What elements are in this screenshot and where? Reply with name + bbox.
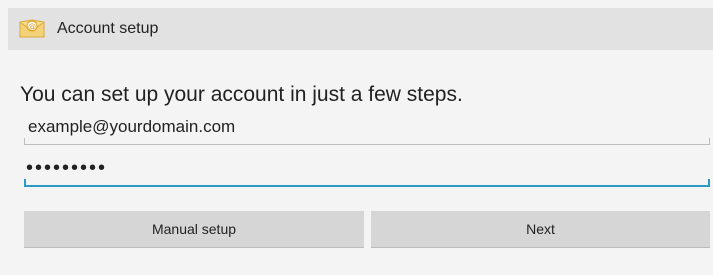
svg-text:@: @ bbox=[28, 22, 36, 31]
window-title: Account setup bbox=[57, 20, 159, 37]
password-field[interactable]: ••••••••• bbox=[24, 153, 710, 187]
field-edge-right bbox=[708, 179, 710, 187]
intro-text: You can set up your account in just a fe… bbox=[20, 83, 463, 106]
field-edge-left bbox=[24, 179, 26, 187]
title-bar: @ Account setup bbox=[8, 8, 713, 50]
field-edge-left bbox=[24, 138, 25, 144]
manual-setup-button[interactable]: Manual setup bbox=[24, 211, 364, 248]
field-edge-right bbox=[709, 138, 710, 144]
next-button[interactable]: Next bbox=[371, 211, 710, 248]
email-value: example@yourdomain.com bbox=[28, 117, 236, 136]
password-value: ••••••••• bbox=[26, 157, 108, 179]
email-app-icon: @ bbox=[17, 17, 47, 41]
email-field[interactable]: example@yourdomain.com bbox=[24, 112, 710, 145]
